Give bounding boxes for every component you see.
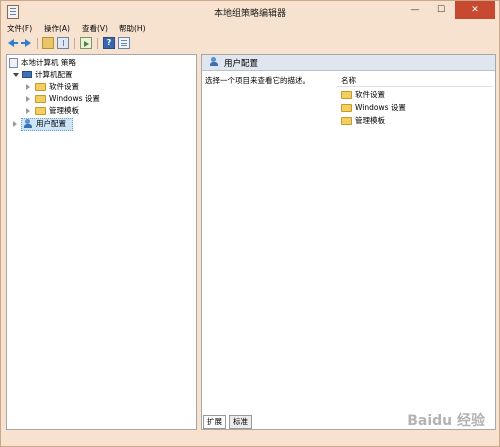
menu-action[interactable]: 操作(A) [44, 23, 70, 35]
tree-label: 计算机配置 [35, 70, 73, 79]
tree-label: 本地计算机 策略 [21, 58, 76, 67]
tree-label: 用户配置 [36, 119, 66, 128]
collapse-arrow-icon[interactable] [26, 84, 30, 90]
user-icon [23, 119, 33, 129]
tree-label: Windows 设置 [49, 94, 100, 103]
collapse-arrow-icon[interactable] [26, 108, 30, 114]
list-item-label: Windows 设置 [355, 103, 406, 112]
list-item[interactable]: Windows 设置 [339, 102, 489, 114]
collapse-arrow-icon[interactable] [13, 121, 17, 127]
forward-arrow-icon[interactable] [20, 37, 32, 49]
toolbar-separator [97, 38, 98, 49]
properties-icon[interactable] [118, 37, 130, 49]
show-tree-icon[interactable] [57, 37, 69, 49]
computer-icon [22, 71, 32, 78]
policy-icon [9, 58, 18, 68]
details-title: 用户配置 [224, 59, 259, 69]
up-folder-icon[interactable] [42, 37, 54, 49]
details-pane: 用户配置 选择一个项目来查看它的描述。 名称 软件设置 Windows 设置 管… [201, 54, 496, 430]
main-window: 本地组策略编辑器 — ☐ ✕ 文件(F) 操作(A) 查看(V) 帮助(H) ?… [0, 0, 500, 447]
tree-item-windows-settings[interactable]: Windows 设置 [9, 93, 195, 105]
details-header: 用户配置 [202, 55, 495, 71]
menu-help[interactable]: 帮助(H) [119, 23, 146, 35]
title-bar: 本地组策略编辑器 — ☐ ✕ [1, 1, 499, 23]
folder-icon [341, 104, 352, 112]
folder-icon [35, 83, 46, 91]
tree-pane: 本地计算机 策略 计算机配置 软件设置 Windows 设置 管理模板 用户配置 [6, 54, 197, 430]
expand-arrow-icon[interactable] [13, 73, 19, 77]
toolbar: ? [7, 37, 495, 51]
tab-extended[interactable]: 扩展 [203, 415, 226, 429]
export-list-icon[interactable] [80, 37, 92, 49]
tree-item-software-settings[interactable]: 软件设置 [9, 81, 195, 93]
tree-item-computer-config[interactable]: 计算机配置 [9, 69, 195, 81]
user-icon [209, 57, 219, 67]
maximize-button[interactable]: ☐ [429, 1, 453, 19]
folder-icon [35, 95, 46, 103]
list-item-label: 管理模板 [355, 116, 385, 125]
tree-item-admin-templates[interactable]: 管理模板 [9, 105, 195, 117]
toolbar-separator [37, 38, 38, 49]
folder-icon [35, 107, 46, 115]
column-header-name[interactable]: 名称 [337, 73, 493, 87]
tab-standard[interactable]: 标准 [229, 415, 252, 429]
list-item[interactable]: 软件设置 [339, 89, 489, 101]
folder-icon [341, 117, 352, 125]
column-name-label: 名称 [341, 76, 356, 85]
folder-icon [341, 91, 352, 99]
back-arrow-icon[interactable] [7, 37, 19, 49]
tree-item-local-policy[interactable]: 本地计算机 策略 [9, 57, 195, 69]
tree-label: 管理模板 [49, 106, 79, 115]
tree-item-user-config[interactable]: 用户配置 [9, 118, 195, 131]
list-item[interactable]: 管理模板 [339, 115, 489, 127]
menu-file[interactable]: 文件(F) [7, 23, 32, 35]
tree-label: 软件设置 [49, 82, 79, 91]
minimize-button[interactable]: — [403, 1, 427, 19]
toolbar-separator [74, 38, 75, 49]
collapse-arrow-icon[interactable] [26, 96, 30, 102]
menu-view[interactable]: 查看(V) [82, 23, 108, 35]
close-button[interactable]: ✕ [455, 1, 495, 19]
description-text: 选择一个项目来查看它的描述。 [205, 76, 310, 85]
list-item-label: 软件设置 [355, 90, 385, 99]
baidu-watermark: Baidu 经验 [407, 413, 485, 429]
help-icon[interactable]: ? [103, 37, 115, 49]
